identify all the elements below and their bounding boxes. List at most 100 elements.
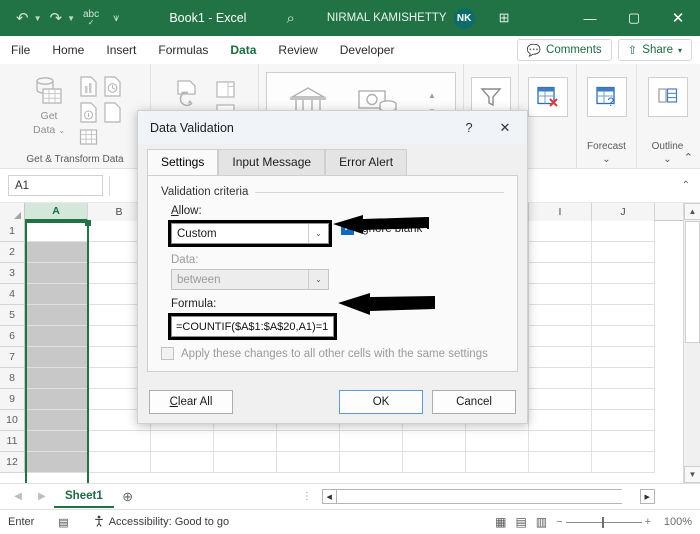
cell-a3[interactable] <box>25 263 88 284</box>
cell-a1[interactable] <box>25 221 88 242</box>
cell-a12[interactable] <box>25 452 88 473</box>
cell-i6[interactable] <box>529 326 592 347</box>
cell-j2[interactable] <box>592 242 655 263</box>
row-header-2[interactable]: 2 <box>0 242 25 263</box>
data-dropdown[interactable]: between ⌄ <box>171 269 329 290</box>
ignore-blank-checkbox[interactable]: ✓ <box>341 222 354 235</box>
search-icon[interactable]: ⌕ <box>286 10 294 27</box>
cell-i5[interactable] <box>529 305 592 326</box>
customize-quick-access-toolbar-icon[interactable]: ⩛ <box>111 10 121 27</box>
data-chevron-down-icon[interactable]: ⌄ <box>308 270 328 289</box>
allow-chevron-down-icon[interactable]: ⌄ <box>308 224 328 243</box>
row-header-1[interactable]: 1 <box>0 221 25 242</box>
formula-field[interactable]: =COUNTIF($A$1:$A$20,A1)=1 <box>171 316 334 337</box>
cell-c11[interactable] <box>151 431 214 452</box>
outline-button[interactable] <box>647 77 688 117</box>
cell-j7[interactable] <box>592 347 655 368</box>
comments-button[interactable]: 💬 Comments <box>516 39 612 61</box>
from-table-range-icon[interactable] <box>79 102 98 123</box>
tab-developer[interactable]: Developer <box>329 40 406 60</box>
cell-i7[interactable] <box>529 347 592 368</box>
apply-changes-checkbox[interactable] <box>161 347 174 360</box>
tab-home[interactable]: Home <box>41 40 95 60</box>
redo-dropdown-caret-icon[interactable]: ▼ <box>66 14 79 23</box>
gallery-scroll-up-icon[interactable]: ▲ <box>428 91 436 100</box>
add-sheet-icon[interactable]: ⊕ <box>114 489 142 505</box>
expand-formula-bar-icon[interactable]: ⌃ <box>682 180 692 191</box>
previous-sheet-icon[interactable]: ◀ <box>6 491 30 502</box>
zoom-out-button[interactable]: − <box>556 516 562 528</box>
clear-all-button[interactable]: Clear All <box>149 390 233 414</box>
select-all-corner-button[interactable] <box>0 203 25 221</box>
cell-i2[interactable] <box>529 242 592 263</box>
accessibility-status[interactable]: Accessibility: Good to go <box>93 515 229 530</box>
horizontal-scrollbar[interactable]: ◀ ▶ <box>321 489 655 505</box>
cell-j4[interactable] <box>592 284 655 305</box>
ribbon-display-options-icon[interactable]: ⊞ <box>495 8 514 28</box>
cell-j6[interactable] <box>592 326 655 347</box>
cell-a9[interactable] <box>25 389 88 410</box>
row-header-8[interactable]: 8 <box>0 368 25 389</box>
next-sheet-icon[interactable]: ▶ <box>30 491 54 502</box>
cell-i12[interactable] <box>529 452 592 473</box>
close-button[interactable]: ✕ <box>656 0 700 36</box>
avatar[interactable]: NK <box>453 7 475 29</box>
cell-j12[interactable] <box>592 452 655 473</box>
undo-dropdown-caret-icon[interactable]: ▼ <box>33 14 46 23</box>
page-break-preview-icon[interactable]: ▥ <box>536 515 547 529</box>
cell-a2[interactable] <box>25 242 88 263</box>
vertical-scroll-thumb[interactable] <box>685 221 700 343</box>
cell-a5[interactable] <box>25 305 88 326</box>
cell-j10[interactable] <box>592 410 655 431</box>
cell-h11[interactable] <box>466 431 529 452</box>
cell-d11[interactable] <box>214 431 277 452</box>
from-web-icon[interactable] <box>103 76 122 97</box>
row-header-7[interactable]: 7 <box>0 347 25 368</box>
allow-dropdown[interactable]: Custom ⌄ <box>171 223 329 244</box>
row-header-3[interactable]: 3 <box>0 263 25 284</box>
ignore-blank-checkbox-row[interactable]: ✓ Ignore blank <box>341 222 422 235</box>
cell-a8[interactable] <box>25 368 88 389</box>
redo-icon[interactable]: ↷ <box>48 8 65 29</box>
data-validation-button[interactable] <box>527 77 568 117</box>
apply-changes-row[interactable]: Apply these changes to all other cells w… <box>161 347 488 360</box>
cell-i1[interactable] <box>529 221 592 242</box>
cell-j8[interactable] <box>592 368 655 389</box>
tab-input-message[interactable]: Input Message <box>218 149 326 175</box>
cell-i8[interactable] <box>529 368 592 389</box>
queries-connections-pane-icon[interactable] <box>216 81 235 98</box>
cell-a6[interactable] <box>25 326 88 347</box>
macro-record-icon[interactable]: ▤ <box>58 516 68 529</box>
column-header-a[interactable]: A <box>25 203 88 221</box>
cell-i3[interactable] <box>529 263 592 284</box>
cell-b11[interactable] <box>88 431 151 452</box>
row-header-6[interactable]: 6 <box>0 326 25 347</box>
cell-j5[interactable] <box>592 305 655 326</box>
cell-f11[interactable] <box>340 431 403 452</box>
cell-j9[interactable] <box>592 389 655 410</box>
dialog-help-button[interactable]: ? <box>451 112 487 143</box>
cell-a10[interactable] <box>25 410 88 431</box>
vertical-scrollbar[interactable]: ▲ ▼ <box>683 203 700 483</box>
normal-view-icon[interactable]: ▦ <box>495 515 506 529</box>
name-box[interactable]: A1 <box>8 175 103 196</box>
scroll-up-button[interactable]: ▲ <box>684 203 700 220</box>
dialog-close-button[interactable]: ✕ <box>487 112 523 143</box>
hscroll-left-button[interactable]: ◀ <box>321 489 337 504</box>
cell-a11[interactable] <box>25 431 88 452</box>
cell-f12[interactable] <box>340 452 403 473</box>
row-header-12[interactable]: 12 <box>0 452 25 473</box>
cell-a7[interactable] <box>25 347 88 368</box>
account-area[interactable]: NIRMAL KAMISHETTY NK <box>327 7 475 29</box>
tab-split-handle[interactable]: ⋮ <box>302 491 312 502</box>
cell-d12[interactable] <box>214 452 277 473</box>
cell-j3[interactable] <box>592 263 655 284</box>
cell-g11[interactable] <box>403 431 466 452</box>
spelling-check-icon[interactable]: abc ✓ <box>81 7 101 29</box>
zoom-slider-track[interactable] <box>565 516 642 528</box>
hscroll-right-button[interactable]: ▶ <box>639 489 655 504</box>
collapse-ribbon-icon[interactable]: ⌃ <box>684 151 693 164</box>
row-header-9[interactable]: 9 <box>0 389 25 410</box>
zoom-slider-thumb[interactable] <box>601 516 604 528</box>
cell-i10[interactable] <box>529 410 592 431</box>
